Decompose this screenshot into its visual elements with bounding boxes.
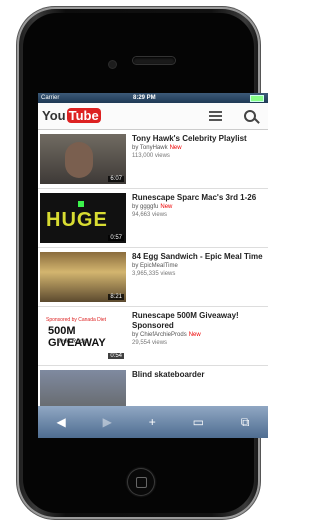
thumbnail-caption: Sponsored by Canada Diet [46, 317, 107, 323]
video-author: by TonyHawk [132, 145, 168, 151]
view-count: 3,965,335 views [132, 271, 176, 277]
video-list: 6:07 Tony Hawk's Celebrity Playlist by T… [38, 130, 268, 425]
menu-icon[interactable] [209, 111, 222, 121]
forward-icon[interactable]: ▶ [103, 415, 112, 429]
new-badge: New [169, 145, 182, 151]
bookmarks-icon[interactable]: ▭ [193, 415, 204, 429]
thumbnail-caption: Tree Rocks [58, 339, 89, 345]
thumbnail-caption: HUGE [46, 209, 108, 231]
video-title[interactable]: Tony Hawk's Celebrity Playlist [132, 134, 264, 144]
video-thumbnail[interactable]: 8:21 [40, 252, 126, 302]
video-author: by ggggfu [132, 204, 159, 210]
video-author: by ChiefArchieProds [132, 332, 187, 338]
video-title[interactable]: Blind skateboarder [132, 370, 264, 380]
logo-text-right: Tube [66, 108, 101, 123]
search-icon[interactable] [244, 110, 256, 122]
earpiece-speaker [133, 57, 175, 64]
back-icon[interactable]: ◀ [56, 415, 65, 429]
new-badge: New [188, 332, 201, 338]
video-thumbnail[interactable]: HUGE 0:57 [40, 193, 126, 243]
person-image [65, 142, 93, 178]
duration-badge: 0:57 [108, 235, 124, 241]
video-item[interactable]: Sponsored by Canada Diet 500M GIVEAWAY T… [38, 307, 268, 366]
video-author: by EpicMealTime [132, 263, 178, 269]
front-camera-icon [109, 61, 116, 68]
carrier-label: Carrier [41, 95, 60, 101]
tabs-icon[interactable]: ⧉ [241, 415, 250, 430]
video-item[interactable]: 8:21 84 Egg Sandwich - Epic Meal Time by… [38, 248, 268, 307]
thumbnail-caption: 500M GIVEAWAY [48, 325, 106, 349]
view-count: 94,663 views [132, 212, 168, 218]
video-thumbnail[interactable]: 6:07 [40, 134, 126, 184]
video-item[interactable]: 6:07 Tony Hawk's Celebrity Playlist by T… [38, 130, 268, 189]
view-count: 113,000 views [132, 153, 170, 159]
video-item[interactable]: HUGE 0:57 Runescape Sparc Mac's 3rd 1-26 … [38, 189, 268, 248]
new-badge: New [160, 204, 173, 210]
view-count: 29,554 views [132, 340, 168, 346]
home-button[interactable] [127, 468, 155, 496]
video-thumbnail[interactable]: Sponsored by Canada Diet 500M GIVEAWAY T… [40, 311, 126, 361]
duration-badge: 6:07 [108, 176, 124, 182]
video-title[interactable]: 84 Egg Sandwich - Epic Meal Time [132, 252, 264, 262]
add-icon[interactable]: + [149, 415, 156, 429]
youtube-logo[interactable]: You Tube [42, 108, 101, 123]
status-bar: Carrier 8:29 PM [38, 93, 268, 103]
duration-badge: 0:54 [108, 353, 124, 359]
thumbnail-graphic [78, 201, 84, 207]
app-header: You Tube [38, 103, 268, 130]
phone-screen: Carrier 8:29 PM You Tube 6:07 Tony Hawk's… [38, 93, 268, 438]
logo-text-left: You [42, 108, 66, 123]
video-title[interactable]: Runescape Sparc Mac's 3rd 1-26 [132, 193, 264, 203]
clock-label: 8:29 PM [133, 95, 156, 101]
battery-icon [250, 95, 264, 102]
duration-badge: 8:21 [108, 294, 124, 300]
video-title[interactable]: Runescape 500M Giveaway! Sponsored [132, 311, 264, 331]
browser-toolbar: ◀ ▶ + ▭ ⧉ [38, 406, 268, 438]
